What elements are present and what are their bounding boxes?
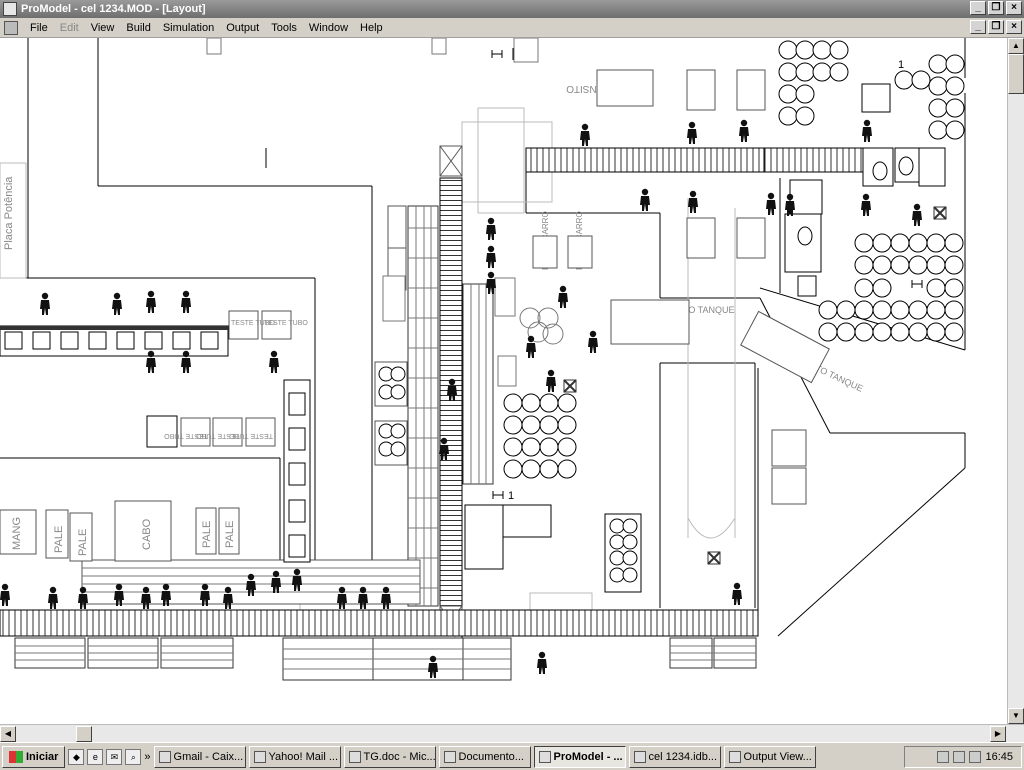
mang-label: MANG	[11, 517, 23, 550]
menu-tools[interactable]: Tools	[265, 22, 303, 34]
close-button[interactable]: ×	[1006, 1, 1022, 15]
network-icon[interactable]	[937, 750, 950, 763]
vertical-scrollbar[interactable]: ▲ ▼	[1007, 38, 1024, 724]
start-label: Iniciar	[26, 750, 59, 763]
ie-icon	[253, 750, 266, 763]
menu-bar: File Edit View Build Simulation Output T…	[0, 18, 1024, 38]
ie-icon	[158, 750, 171, 763]
menu-output[interactable]: Output	[220, 22, 265, 34]
layout-canvas[interactable]: Placa Potência MANG PALE PALE CABO PALE …	[0, 38, 1007, 724]
pale-label-2: PALE	[77, 529, 89, 556]
teste-tubo-label-2: TESTE TUBO	[264, 320, 308, 327]
task-cel-idb[interactable]: cel 1234.idb...	[628, 745, 721, 768]
quicklaunch-icon[interactable]: ◆	[68, 748, 85, 765]
cross-box-icon	[707, 551, 721, 565]
volume-icon[interactable]	[953, 750, 966, 763]
pale-label-4: PALE	[224, 521, 236, 548]
quicklaunch-ie-icon[interactable]: e	[87, 748, 104, 765]
database-icon	[633, 750, 646, 763]
restore-button[interactable]: ❐	[988, 1, 1004, 15]
quicklaunch-search-icon[interactable]: ⌕	[125, 748, 142, 765]
window-title: ProModel - cel 1234.MOD - [Layout]	[21, 3, 206, 15]
scroll-left-arrow-icon[interactable]: ◀	[0, 726, 16, 742]
menu-help[interactable]: Help	[354, 22, 389, 34]
clock[interactable]: 16:45	[985, 751, 1013, 763]
scroll-right-arrow-icon[interactable]: ▶	[990, 726, 1006, 742]
output-viewer-icon	[728, 750, 741, 763]
menu-window[interactable]: Window	[303, 22, 354, 34]
mdi-restore-button[interactable]: ❐	[988, 20, 1004, 34]
title-bar: ProModel - cel 1234.MOD - [Layout] _ ❐ ×	[0, 0, 1024, 18]
menu-view[interactable]: View	[85, 22, 121, 34]
word-icon	[348, 750, 361, 763]
vertical-scroll-thumb[interactable]	[1008, 54, 1024, 94]
system-tray: 16:45	[904, 745, 1022, 768]
quicklaunch-more-icon[interactable]: »	[144, 751, 150, 763]
task-output-view[interactable]: Output View...	[723, 745, 816, 768]
windows-logo-icon	[9, 750, 23, 763]
scroll-up-arrow-icon[interactable]: ▲	[1008, 38, 1024, 54]
menu-build[interactable]: Build	[120, 22, 156, 34]
counter-label-2: 1	[898, 59, 904, 71]
task-yahoo-mail[interactable]: Yahoo! Mail ...	[248, 745, 341, 768]
promodel-icon	[538, 750, 551, 763]
queue-icon	[265, 48, 923, 499]
menu-edit[interactable]: Edit	[54, 22, 85, 34]
task-promodel[interactable]: ProModel - ...	[533, 745, 626, 768]
document-icon[interactable]	[4, 20, 18, 35]
menu-simulation[interactable]: Simulation	[157, 22, 220, 34]
quicklaunch-outlook-icon[interactable]: ✉	[106, 748, 123, 765]
antivirus-icon[interactable]	[969, 750, 982, 763]
task-gmail[interactable]: Gmail - Caix...	[153, 745, 246, 768]
layout-drawing: Placa Potência MANG PALE PALE CABO PALE …	[0, 38, 966, 681]
task-tg-doc[interactable]: TG.doc - Mic...	[343, 745, 436, 768]
placa-potencia-label: Placa Potência	[3, 176, 15, 250]
taskbar: Iniciar ◆ e ✉ ⌕ » Gmail - Caix... Yahoo!…	[0, 742, 1024, 770]
mdi-minimize-button[interactable]: _	[970, 20, 986, 34]
counter-label-1: 1	[508, 490, 514, 502]
cross-box-icon	[933, 206, 947, 220]
pale-label-1: PALE	[53, 526, 65, 553]
cabo-label: CABO	[141, 518, 153, 550]
task-documento[interactable]: Documento...	[438, 745, 531, 768]
bottom-conveyor	[0, 609, 759, 637]
pale-label-3: PALE	[201, 521, 213, 548]
menu-file[interactable]: File	[24, 22, 54, 34]
word-icon	[443, 750, 456, 763]
mdi-close-button[interactable]: ×	[1006, 20, 1022, 34]
teste-tubo-label-5: TESTE TUBO	[229, 432, 273, 439]
promodel-app-icon[interactable]	[3, 2, 17, 16]
cross-box-icon	[563, 379, 577, 393]
horizontal-scroll-thumb[interactable]	[76, 726, 92, 742]
horizontal-scrollbar[interactable]: ◀ ▶	[0, 724, 1024, 742]
minimize-button[interactable]: _	[970, 1, 986, 15]
start-button[interactable]: Iniciar	[2, 745, 66, 768]
scroll-down-arrow-icon[interactable]: ▼	[1008, 708, 1024, 724]
